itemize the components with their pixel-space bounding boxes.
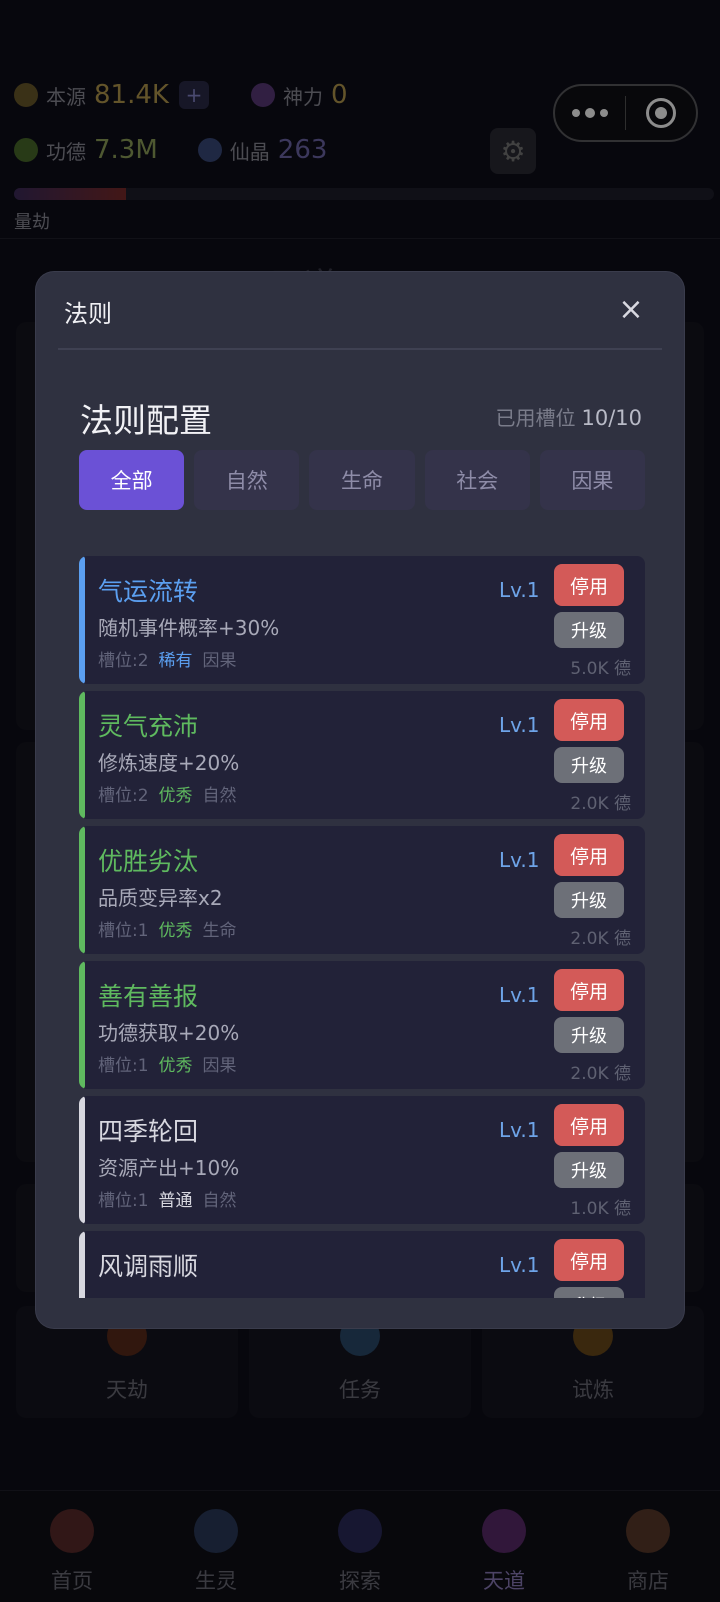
law-card[interactable]: 四季轮回资源产出+10% 槽位:1 普通 自然 Lv.1 停用升级 1.0K 德 <box>79 1096 645 1224</box>
disable-button[interactable]: 停用 <box>554 699 624 741</box>
law-meta: 槽位:1 优秀 因果 <box>98 1051 237 1076</box>
filter-life[interactable]: 生命 <box>309 450 415 510</box>
law-card[interactable]: 优胜劣汰品质变异率x2 槽位:1 优秀 生命 Lv.1 停用升级 2.0K 德 <box>79 826 645 954</box>
law-modal: 法则 × 法则配置 已用槽位 10/10 全部 自然 生命 社会 因果 气运流转随… <box>36 272 684 1328</box>
law-name: 灵气充沛 <box>98 712 199 741</box>
law-list[interactable]: 气运流转 随机事件概率+30% 槽位:2 稀有 因果 Lv.1 停用 升级 5.0K 德灵气充沛… <box>79 556 645 1298</box>
law-meta: 槽位:1 优秀 生命 <box>98 916 237 941</box>
law-name: 气运流转 <box>98 577 199 606</box>
filter-karma[interactable]: 因果 <box>539 450 646 510</box>
law-slot: 槽位:1 <box>98 921 149 941</box>
law-meta: 槽位:2 稀有 因果 <box>98 646 237 671</box>
law-meta: 槽位:2 优秀 自然 <box>98 781 237 806</box>
upgrade-button[interactable]: 升级 <box>554 747 624 783</box>
law-category: 因果 <box>202 651 237 671</box>
disable-button[interactable]: 停用 <box>554 834 624 876</box>
law-slot: 槽位:1 <box>98 1191 149 1211</box>
disable-button[interactable]: 停用 <box>554 1104 624 1146</box>
law-rarity: 优秀 <box>158 1056 193 1076</box>
upgrade-button[interactable]: 升级 <box>554 882 624 918</box>
law-rarity: 稀有 <box>158 651 193 671</box>
slots-usage: 已用槽位 10/10 <box>495 402 642 431</box>
close-icon[interactable]: × <box>614 292 648 327</box>
section-title: 法则配置 <box>80 401 212 440</box>
law-name: 四季轮回 <box>98 1117 199 1146</box>
upgrade-cost: 5.0K 德 <box>570 659 631 679</box>
filter-nature[interactable]: 自然 <box>194 450 300 510</box>
law-effect: 随机事件概率+30% <box>98 616 280 640</box>
law-meta: 槽位:1 普通 自然 <box>98 1186 237 1211</box>
law-card[interactable]: 风调雨顺 Lv.1 停用升级 <box>79 1231 645 1298</box>
law-effect: 资源产出+10% <box>98 1156 240 1180</box>
upgrade-button[interactable]: 升级 <box>554 1152 624 1188</box>
rarity-bar <box>79 556 85 684</box>
law-card[interactable]: 灵气充沛修炼速度+20% 槽位:2 优秀 自然 Lv.1 停用升级 2.0K 德 <box>79 691 645 819</box>
law-name: 善有善报 <box>98 982 199 1011</box>
law-category: 自然 <box>202 1191 237 1211</box>
disable-button[interactable]: 停用 <box>554 969 624 1011</box>
slots-value: 10/10 <box>581 406 642 430</box>
law-level: Lv.1 <box>499 1118 540 1142</box>
law-name: 风调雨顺 <box>98 1252 199 1281</box>
law-level: Lv.1 <box>499 848 540 872</box>
upgrade-cost: 2.0K 德 <box>570 1064 631 1084</box>
law-rarity: 优秀 <box>158 921 193 941</box>
rarity-bar <box>79 826 85 954</box>
law-category: 生命 <box>202 921 237 941</box>
law-rarity: 普通 <box>158 1191 193 1211</box>
disable-button[interactable]: 停用 <box>554 1239 624 1281</box>
filter-all[interactable]: 全部 <box>79 450 185 510</box>
law-name: 优胜劣汰 <box>98 847 199 876</box>
upgrade-cost: 2.0K 德 <box>570 794 631 814</box>
rarity-bar <box>79 961 85 1089</box>
law-card[interactable]: 善有善报功德获取+20% 槽位:1 优秀 因果 Lv.1 停用升级 2.0K 德 <box>79 961 645 1089</box>
law-slot: 槽位:2 <box>98 651 149 671</box>
rarity-bar <box>79 1096 85 1224</box>
law-effect: 功德获取+20% <box>98 1021 240 1045</box>
upgrade-button[interactable]: 升级 <box>554 612 624 648</box>
law-slot: 槽位:1 <box>98 1056 149 1076</box>
law-card[interactable]: 气运流转随机事件概率+30% 槽位:2 稀有 因果 Lv.1 停用升级 5.0K 德 <box>79 556 645 684</box>
upgrade-button[interactable]: 升级 <box>554 1017 624 1053</box>
divider <box>58 348 662 350</box>
rarity-bar <box>79 691 85 819</box>
law-effect: 品质变异率x2 <box>98 886 223 910</box>
law-category: 因果 <box>202 1056 237 1076</box>
law-level: Lv.1 <box>499 1253 540 1277</box>
upgrade-cost: 2.0K 德 <box>570 929 631 949</box>
upgrade-cost: 1.0K 德 <box>570 1199 631 1219</box>
law-slot: 槽位:2 <box>98 786 149 806</box>
upgrade-button[interactable]: 升级 <box>554 1287 624 1298</box>
category-filter: 全部 自然 生命 社会 因果 <box>79 450 646 510</box>
disable-button[interactable]: 停用 <box>554 564 624 606</box>
law-level: Lv.1 <box>499 578 540 602</box>
law-effect: 修炼速度+20% <box>98 751 240 775</box>
law-category: 自然 <box>202 786 237 806</box>
law-level: Lv.1 <box>499 983 540 1007</box>
law-level: Lv.1 <box>499 713 540 737</box>
rarity-bar <box>79 1231 85 1298</box>
slots-label: 已用槽位 <box>495 406 576 430</box>
modal-title: 法则 <box>64 300 112 328</box>
modal-header: 法则 × <box>36 272 684 348</box>
filter-society[interactable]: 社会 <box>424 450 530 510</box>
law-rarity: 优秀 <box>158 786 193 806</box>
